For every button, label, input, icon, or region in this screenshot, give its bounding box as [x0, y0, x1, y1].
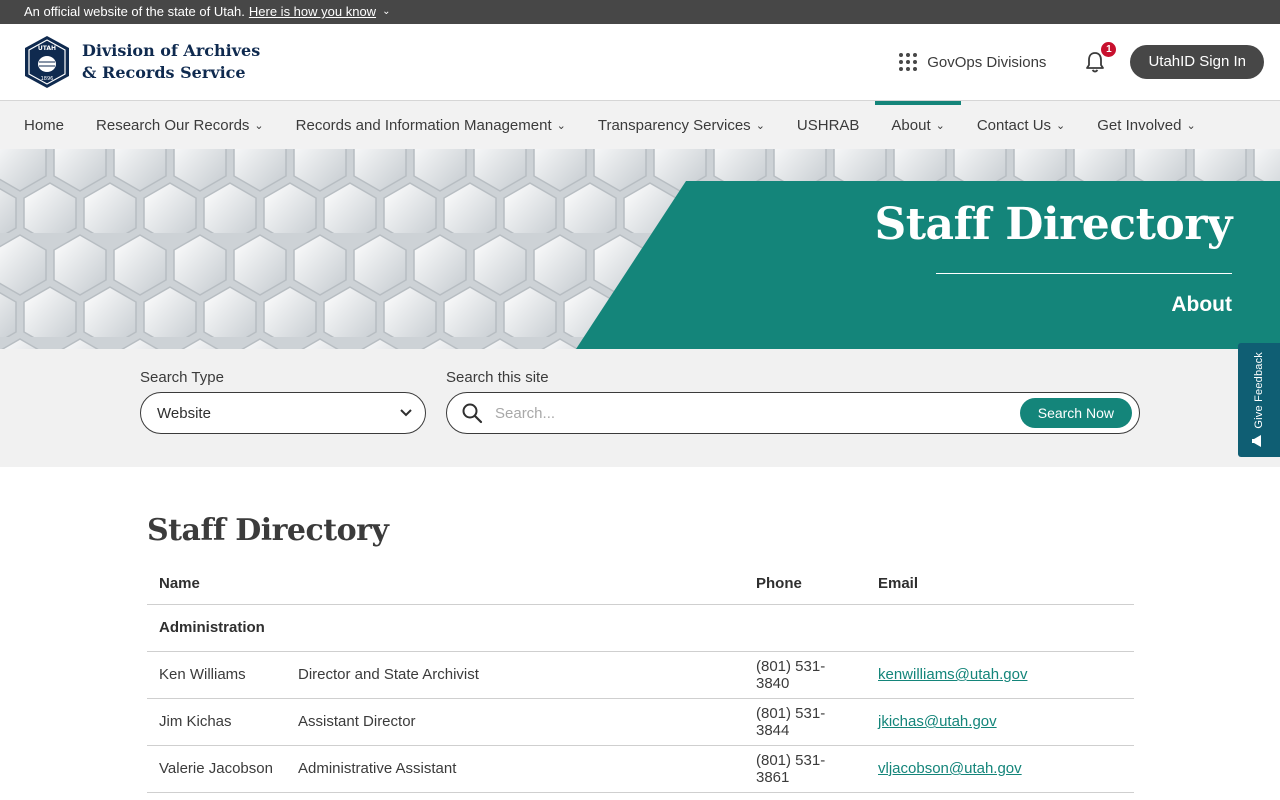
hero-subtitle: About: [1171, 293, 1232, 316]
utah-seal-icon: UTAH 1896: [25, 36, 69, 88]
nav-label: Transparency Services: [597, 116, 751, 134]
nav-label: Contact Us: [976, 116, 1052, 134]
staff-directory-table: Name Phone Email Administration Ken Will…: [147, 564, 1134, 793]
seal-year: 1896: [41, 76, 54, 82]
staff-name: Jim Kichas: [147, 698, 298, 746]
staff-email-link[interactable]: vljacobson@utah.gov: [878, 760, 1022, 777]
column-header-phone: Phone: [744, 564, 866, 605]
logo-line-2: & Records Service: [82, 63, 246, 82]
table-row: Valerie Jacobson Administrative Assistan…: [147, 745, 1134, 793]
chevron-down-icon: ⌄: [1056, 119, 1066, 132]
site-header: UTAH 1896 Division of Archives & Records…: [0, 24, 1280, 101]
table-header-row: Name Phone Email: [147, 564, 1134, 605]
chevron-down-icon[interactable]: ⌄: [382, 0, 390, 24]
staff-title: Director and State Archivist: [298, 651, 744, 699]
nav-label: Get Involved: [1097, 116, 1182, 134]
nav-about[interactable]: About ⌄: [875, 101, 962, 149]
table-row: Jim Kichas Assistant Director (801) 531-…: [147, 698, 1134, 746]
staff-email-link[interactable]: kenwilliams@utah.gov: [878, 666, 1027, 683]
nav-label: About: [891, 116, 931, 134]
official-banner: An official website of the state of Utah…: [0, 0, 1280, 24]
nav-research-our-records[interactable]: Research Our Records ⌄: [80, 101, 280, 149]
hero-divider: [936, 273, 1232, 274]
feedback-label: Give Feedback: [1253, 351, 1265, 429]
logo-text: Division of Archives & Records Service: [82, 40, 260, 84]
staff-phone: (801) 531-3844: [744, 698, 866, 746]
search-input[interactable]: [495, 404, 1020, 422]
staff-email-link[interactable]: jkichas@utah.gov: [878, 713, 997, 730]
official-banner-text: An official website of the state of Utah…: [24, 4, 245, 19]
nav-transparency-services[interactable]: Transparency Services ⌄: [582, 101, 781, 149]
search-type-label: Search Type: [140, 369, 224, 386]
utahid-signin-button[interactable]: UtahID Sign In: [1130, 45, 1264, 79]
chevron-down-icon: ⌄: [935, 119, 945, 132]
logo-line-1: Division of Archives: [82, 41, 261, 60]
search-site-label: Search this site: [446, 369, 549, 386]
nav-get-involved[interactable]: Get Involved ⌄: [1081, 101, 1211, 149]
page-title: Staff Directory: [147, 513, 389, 548]
search-section: Search Type Website Search this site Sea…: [0, 343, 1280, 467]
nav-label: Records and Information Management: [295, 116, 552, 134]
search-type-value: Website: [157, 404, 211, 422]
notification-badge: 1: [1101, 42, 1117, 57]
staff-phone: (801) 531-3840: [744, 651, 866, 699]
main-content: Staff Directory Name Phone Email Adminis…: [0, 467, 1280, 793]
staff-name: Valerie Jacobson: [147, 745, 298, 793]
staff-title: Administrative Assistant: [298, 745, 744, 793]
chevron-down-icon: [400, 409, 412, 417]
chevron-down-icon: ⌄: [254, 119, 264, 132]
staff-phone: (801) 531-3861: [744, 745, 866, 793]
notifications-button[interactable]: 1: [1084, 42, 1117, 74]
govops-divisions-button[interactable]: GovOps Divisions: [899, 53, 1046, 71]
search-now-button[interactable]: Search Now: [1019, 398, 1132, 428]
site-search-box: Search Now: [446, 392, 1140, 434]
nav-ushrab[interactable]: USHRAB: [781, 101, 876, 149]
column-header-name: Name: [147, 564, 298, 605]
search-type-select[interactable]: Website: [140, 392, 426, 434]
nav-records-information-management[interactable]: Records and Information Management ⌄: [280, 101, 582, 149]
how-you-know-link[interactable]: Here is how you know: [249, 0, 376, 24]
column-header-title: [298, 564, 744, 605]
govops-label: GovOps Divisions: [927, 53, 1047, 71]
megaphone-icon: [1252, 435, 1261, 448]
apps-grid-icon: [899, 53, 918, 71]
table-row: Ken Williams Director and State Archivis…: [147, 651, 1134, 699]
hero-banner: Staff Directory About: [0, 149, 1280, 349]
seal-text: UTAH: [38, 45, 56, 52]
chevron-down-icon: ⌄: [755, 119, 765, 132]
staff-name: Ken Williams: [147, 651, 298, 699]
site-logo[interactable]: UTAH 1896 Division of Archives & Records…: [24, 35, 260, 89]
section-heading: Administration: [147, 604, 1134, 652]
chevron-down-icon: ⌄: [1186, 119, 1196, 132]
column-header-email: Email: [866, 564, 1134, 605]
main-nav: Home Research Our Records ⌄ Records and I…: [0, 101, 1280, 149]
nav-label: USHRAB: [796, 116, 860, 134]
hero-title: Staff Directory: [874, 199, 1232, 250]
nav-contact-us[interactable]: Contact Us ⌄: [961, 101, 1081, 149]
staff-title: Assistant Director: [298, 698, 744, 746]
give-feedback-tab[interactable]: Give Feedback: [1238, 343, 1280, 457]
header-actions: GovOps Divisions 1 UtahID Sign In: [899, 42, 1264, 79]
nav-label: Research Our Records: [96, 116, 250, 134]
chevron-down-icon: ⌄: [556, 119, 566, 132]
nav-home[interactable]: Home: [8, 101, 80, 149]
nav-label: Home: [24, 116, 65, 134]
search-icon: [462, 403, 483, 424]
section-row: Administration: [147, 604, 1134, 652]
